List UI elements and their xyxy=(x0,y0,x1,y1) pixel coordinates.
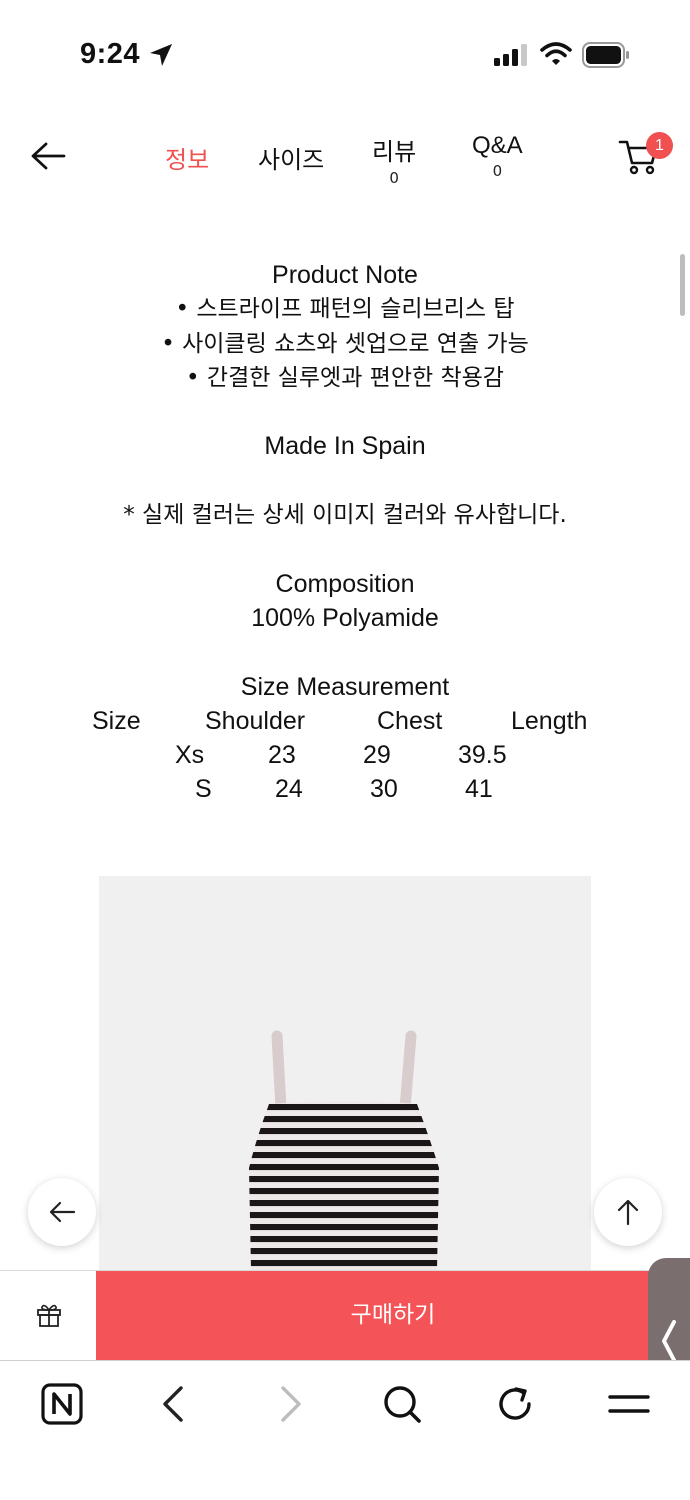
origin-text: Made In Spain xyxy=(264,432,426,461)
cellular-signal-icon xyxy=(494,44,527,66)
tab-review-count: 0 xyxy=(389,169,399,187)
size-table-header: Size Shoulder Chest Length xyxy=(0,704,690,738)
striped-tank-top-image xyxy=(249,1030,439,1270)
size-header-chest: Chest xyxy=(377,706,443,735)
browser-search-button[interactable] xyxy=(379,1381,425,1427)
tab-review[interactable]: 리뷰 0 xyxy=(372,132,416,187)
tab-info-label: 정보 xyxy=(165,146,210,174)
note-line-2: • 사이클링 쇼츠와 셋업으로 연출 가능 xyxy=(161,330,529,357)
naver-home-button[interactable] xyxy=(39,1381,85,1427)
status-bar: 9:24 xyxy=(0,0,690,110)
gift-icon xyxy=(37,1304,61,1327)
size-cell: 29 xyxy=(363,741,391,770)
size-cell: 41 xyxy=(465,775,493,804)
scroll-to-top-button[interactable] xyxy=(594,1178,662,1246)
battery-icon xyxy=(582,42,629,68)
size-cell: S xyxy=(195,775,212,804)
size-header-shoulder: Shoulder xyxy=(205,706,306,735)
size-row-xs: Xs 23 29 39.5 xyxy=(0,738,690,772)
note-line-3: • 간결한 실루엣과 편안한 착용감 xyxy=(186,364,504,391)
back-chevron-icon xyxy=(163,1386,183,1422)
naver-n-icon xyxy=(41,1383,83,1425)
size-cell: 23 xyxy=(268,741,296,770)
browser-reload-button[interactable] xyxy=(492,1381,538,1427)
buy-button[interactable]: 구매하기 xyxy=(96,1271,690,1360)
browser-forward-button[interactable] xyxy=(266,1381,312,1427)
chevron-left-icon xyxy=(662,1320,676,1362)
color-notice: * 실제 컬러는 상세 이미지 컬러와 유사합니다. xyxy=(123,502,567,529)
product-description: Product Note • 스트라이프 패턴의 슬리브리스 탑 • 사이클링 … xyxy=(0,258,690,807)
left-arrow-icon xyxy=(49,1201,76,1223)
purchase-bar: 구매하기 xyxy=(0,1270,690,1360)
size-header-length: Length xyxy=(511,706,588,735)
size-cell: 39.5 xyxy=(458,741,507,770)
tab-qa[interactable]: Q&A 0 xyxy=(472,132,523,180)
up-arrow-icon xyxy=(617,1199,639,1226)
size-measurement-title: Size Measurement xyxy=(240,672,450,701)
status-time: 9:24 xyxy=(80,38,141,70)
note-line-1: • 스트라이프 패턴의 슬리브리스 탑 xyxy=(175,296,515,323)
size-cell: 30 xyxy=(370,775,398,804)
size-row-s: S 24 30 41 xyxy=(0,772,690,806)
menu-icon xyxy=(608,1395,650,1413)
browser-back-button[interactable] xyxy=(152,1381,198,1427)
composition-title: Composition xyxy=(275,569,415,598)
product-note-title: Product Note xyxy=(272,261,418,289)
cart-count-badge: 1 xyxy=(646,132,673,159)
tab-qa-label: Q&A xyxy=(472,132,523,159)
location-arrow-icon xyxy=(150,44,172,66)
composition-value: 100% Polyamide xyxy=(251,603,439,632)
reload-icon xyxy=(499,1387,531,1420)
tab-qa-count: 0 xyxy=(492,162,503,180)
size-cell: 24 xyxy=(275,775,303,804)
browser-toolbar xyxy=(0,1360,690,1500)
search-icon xyxy=(384,1386,421,1423)
size-header-size: Size xyxy=(92,706,141,735)
tab-review-label: 리뷰 xyxy=(372,138,417,166)
gift-button[interactable] xyxy=(0,1271,96,1360)
back-arrow-icon[interactable] xyxy=(28,136,68,176)
size-cell: Xs xyxy=(175,741,205,770)
tab-size-label: 사이즈 xyxy=(258,146,325,174)
wifi-icon xyxy=(540,42,572,65)
previous-button[interactable] xyxy=(28,1178,96,1246)
forward-chevron-icon xyxy=(281,1386,301,1422)
product-tab-nav: 정보 사이즈 리뷰 0 Q&A 0 xyxy=(0,110,690,210)
browser-menu-button[interactable] xyxy=(606,1381,652,1427)
tab-size[interactable]: 사이즈 xyxy=(258,140,324,175)
product-image xyxy=(99,876,591,1270)
tab-info[interactable]: 정보 xyxy=(165,140,209,175)
